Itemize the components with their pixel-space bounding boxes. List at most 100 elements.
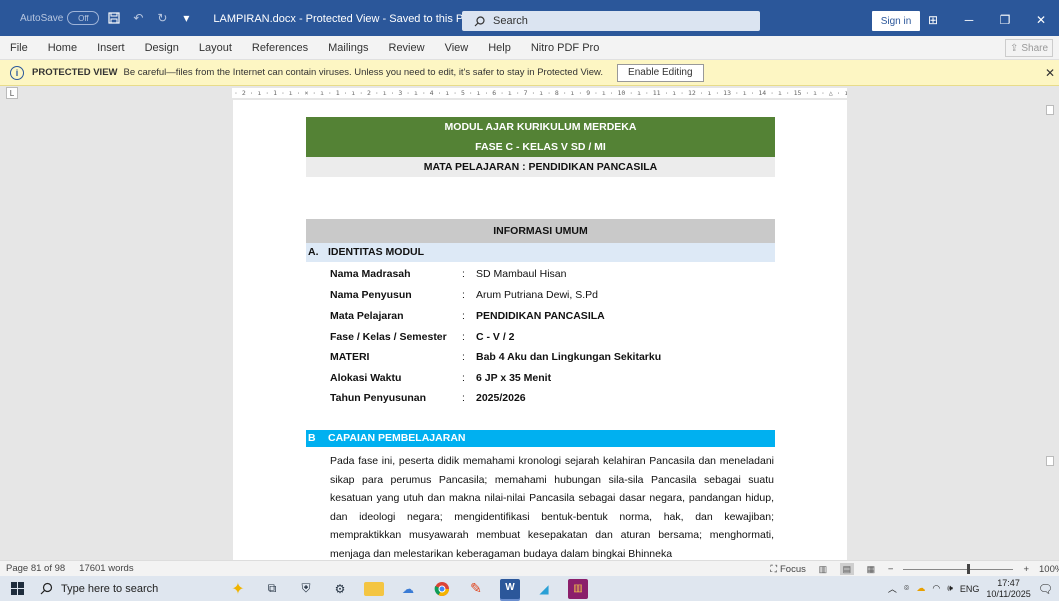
taskbar-search[interactable]: Type here to search	[34, 576, 204, 601]
close-icon[interactable]: ✕	[1023, 11, 1059, 29]
search-icon	[40, 582, 53, 595]
identity-key: Nama Penyusun	[330, 289, 412, 301]
document-page[interactable]: MODUL AJAR KURIKULUM MERDEKA FASE C - KE…	[233, 100, 847, 560]
ruler-row: L · 2 · ı · 1 · ı · ⨯ · ı · 1 · ı · 2 · …	[0, 86, 1059, 100]
windows-logo-icon	[10, 582, 24, 595]
restore-icon[interactable]: ❐	[987, 11, 1023, 29]
print-layout-icon[interactable]: ▤	[839, 563, 854, 575]
focus-icon: ⛶	[770, 563, 777, 575]
document-title[interactable]: LAMPIRAN.docx - Protected View - Saved t…	[213, 12, 479, 25]
tab-home[interactable]: Home	[38, 42, 87, 54]
tab-nitro-pdf[interactable]: Nitro PDF Pro	[521, 42, 609, 54]
customize-toolbar-icon[interactable]: ▾	[177, 9, 195, 27]
security-shield-icon[interactable]: ⛨	[296, 579, 316, 599]
onedrive-icon[interactable]: ☁	[916, 583, 925, 594]
tab-design[interactable]: Design	[135, 42, 189, 54]
info-icon: i	[10, 65, 24, 80]
protected-view-title: PROTECTED VIEW	[32, 67, 118, 78]
minimize-icon[interactable]: ─	[951, 11, 987, 29]
word-icon[interactable]: W	[500, 578, 520, 599]
zoom-slider-thumb[interactable]	[967, 563, 971, 574]
colon: :	[462, 351, 465, 363]
input-language[interactable]: ENG	[960, 584, 980, 594]
photos-app-icon[interactable]: ☁	[398, 579, 418, 599]
zoom-in-icon[interactable]: +	[1023, 564, 1029, 575]
read-mode-icon[interactable]: ▥	[816, 563, 830, 575]
tab-help[interactable]: Help	[478, 42, 521, 54]
redo-icon[interactable]: ↻	[153, 9, 171, 27]
zoom-out-icon[interactable]: −	[888, 564, 894, 575]
identity-key: Tahun Penyusunan	[330, 392, 427, 404]
vertical-scroll-marks	[1046, 100, 1056, 560]
tab-file[interactable]: File	[0, 42, 38, 54]
share-label: Share	[1021, 42, 1049, 54]
network-icon[interactable]: ⌾	[904, 583, 909, 594]
undo-icon[interactable]: ↶	[129, 9, 147, 27]
capaian-paragraph: Pada fase ini, peserta didik memahami kr…	[330, 455, 774, 560]
sign-in-button[interactable]: Sign in	[872, 11, 920, 31]
acrobat-icon[interactable]: ✎	[466, 579, 486, 599]
protected-view-message: Be careful—files from the Internet can c…	[123, 67, 604, 78]
task-view-icon[interactable]: ⧉	[262, 579, 282, 599]
identity-value: C - V / 2	[476, 331, 515, 343]
colon: :	[462, 331, 465, 343]
zoom-slider[interactable]	[903, 563, 1014, 574]
search-box[interactable]: Search	[462, 11, 760, 31]
save-icon[interactable]	[105, 9, 123, 27]
start-button[interactable]	[0, 576, 34, 601]
identity-row: Mata Pelajaran : PENDIDIKAN PANCASILA	[330, 310, 605, 322]
identity-row: MATERI : Bab 4 Aku dan Lingkungan Sekita…	[330, 351, 661, 363]
horizontal-ruler[interactable]: · 2 · ı · 1 · ı · ⨯ · ı · 1 · ı · 2 · ı …	[232, 88, 847, 98]
file-explorer-icon[interactable]	[364, 581, 384, 596]
section-b-title: CAPAIAN PEMBELAJARAN	[328, 432, 466, 444]
identity-value: 2025/2026	[476, 392, 526, 404]
wifi-icon[interactable]: ◠	[932, 583, 940, 594]
enable-editing-button[interactable]: Enable Editing	[617, 63, 704, 82]
ribbon-tabs: File Home Insert Design Layout Reference…	[0, 36, 1059, 60]
tab-references[interactable]: References	[242, 42, 318, 54]
scroll-marker	[1046, 456, 1054, 466]
colon: :	[462, 392, 465, 404]
tab-insert[interactable]: Insert	[87, 42, 135, 54]
autosave-toggle[interactable]: AutoSave Off	[20, 11, 100, 25]
winrar-icon[interactable]: ▥	[568, 578, 588, 599]
tab-review[interactable]: Review	[379, 42, 435, 54]
zoom-level[interactable]: 100%	[1039, 564, 1059, 575]
window-controls: ⊞ ─ ❐ ✕	[915, 11, 1059, 29]
identity-value: Bab 4 Aku dan Lingkungan Sekitarku	[476, 351, 662, 363]
ribbon-display-options-icon[interactable]: ⊞	[915, 11, 951, 29]
taskbar-search-placeholder: Type here to search	[61, 582, 159, 595]
word-count[interactable]: 17601 words	[79, 563, 133, 574]
chrome-icon[interactable]	[432, 579, 452, 599]
page-count[interactable]: Page 81 of 98	[6, 563, 65, 574]
identity-key: Fase / Kelas / Semester	[330, 331, 447, 343]
clock-date: 10/11/2025	[986, 588, 1031, 599]
focus-button[interactable]: ⛶ Focus	[770, 564, 806, 575]
identity-key: Nama Madrasah	[330, 268, 411, 280]
tab-layout[interactable]: Layout	[189, 42, 242, 54]
volume-icon[interactable]: 🕪	[947, 583, 953, 594]
tab-view[interactable]: View	[435, 42, 479, 54]
show-hidden-icons-icon[interactable]: ︿	[888, 582, 897, 595]
autosave-switch[interactable]: Off	[67, 11, 100, 25]
copilot-sparkle-icon[interactable]: ✦	[228, 579, 248, 599]
web-layout-icon[interactable]: ▦	[864, 563, 878, 575]
close-icon[interactable]: ✕	[1045, 66, 1055, 80]
status-bar: Page 81 of 98 17601 words ⛶ Focus ▥ ▤ ▦ …	[0, 560, 1059, 576]
notifications-icon[interactable]: 🗨	[1038, 582, 1053, 596]
subject-heading: MATA PELAJARAN : PENDIDIKAN PANCASILA	[306, 157, 775, 177]
autosave-label: AutoSave	[20, 12, 64, 24]
tab-selector-icon[interactable]: L	[6, 87, 18, 99]
identity-value: PENDIDIKAN PANCASILA	[476, 310, 605, 322]
autosave-state: Off	[78, 13, 89, 23]
identity-value: 6 JP x 35 Menit	[476, 372, 552, 384]
paint-icon[interactable]: ◢	[534, 579, 554, 599]
share-icon: ⇪	[1009, 42, 1019, 54]
tab-mailings[interactable]: Mailings	[318, 42, 378, 54]
settings-gear-icon[interactable]: ⚙	[330, 579, 350, 599]
search-placeholder: Search	[493, 15, 528, 27]
clock[interactable]: 17:47 10/11/2025	[986, 578, 1030, 600]
share-button[interactable]: ⇪ Share	[1005, 39, 1053, 57]
identity-value: Arum Putriana Dewi, S.Pd	[476, 289, 598, 301]
section-a-title: IDENTITAS MODUL	[328, 246, 425, 258]
